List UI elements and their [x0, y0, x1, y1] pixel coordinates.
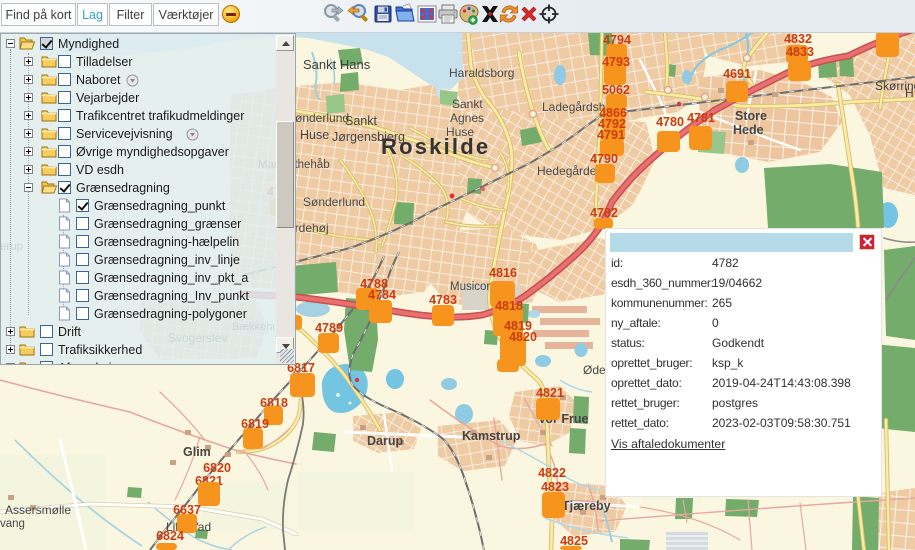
- svg-text:Roskilde: Roskilde: [381, 134, 490, 159]
- svg-text:Sankt: Sankt: [345, 114, 377, 128]
- svg-text:Hedegårde: Hedegårde: [537, 164, 597, 178]
- svg-text:6820: 6820: [203, 461, 231, 475]
- svg-text:4793: 4793: [602, 55, 630, 69]
- svg-text:Sønderlund: Sønderlund: [303, 195, 365, 209]
- svg-text:Assersmølle: Assersmølle: [5, 503, 71, 517]
- svg-text:Darup: Darup: [367, 434, 403, 448]
- svg-text:Musicon: Musicon: [450, 281, 493, 293]
- svg-text:H: H: [905, 86, 914, 100]
- svg-text:4825: 4825: [560, 534, 588, 548]
- svg-text:Sankt: Sankt: [452, 97, 483, 111]
- svg-text:4822: 4822: [538, 466, 566, 480]
- svg-text:4818: 4818: [495, 299, 523, 313]
- svg-text:4820: 4820: [509, 330, 537, 344]
- svg-text:vang: vang: [0, 518, 25, 530]
- svg-text:4816: 4816: [489, 266, 517, 280]
- svg-text:4789: 4789: [315, 321, 343, 335]
- svg-text:Tjæreby: Tjæreby: [562, 499, 611, 513]
- svg-text:4782: 4782: [590, 206, 618, 220]
- svg-text:Store: Store: [735, 109, 767, 123]
- svg-text:4784: 4784: [368, 288, 396, 302]
- svg-text:Hede: Hede: [733, 123, 764, 137]
- svg-text:Agnes: Agnes: [450, 111, 484, 125]
- svg-text:4691: 4691: [723, 67, 751, 81]
- svg-text:4783: 4783: [429, 293, 457, 307]
- svg-text:Øde: Øde: [583, 363, 606, 377]
- svg-text:4823: 4823: [541, 480, 569, 494]
- svg-text:4780: 4780: [656, 115, 684, 129]
- svg-text:4790: 4790: [590, 152, 618, 166]
- svg-text:4781: 4781: [687, 111, 715, 125]
- svg-text:4821: 4821: [536, 386, 564, 400]
- svg-text:Glim: Glim: [183, 445, 211, 459]
- svg-text:Haraldsborg: Haraldsborg: [449, 66, 514, 80]
- svg-text:4833: 4833: [786, 45, 814, 59]
- svg-text:Kamstrup: Kamstrup: [462, 429, 521, 443]
- svg-text:Sønderlund: Sønderlund: [287, 111, 349, 125]
- svg-text:Sankt Hans: Sankt Hans: [303, 57, 371, 72]
- svg-text:Huse: Huse: [300, 128, 329, 142]
- svg-text:6824: 6824: [156, 529, 184, 543]
